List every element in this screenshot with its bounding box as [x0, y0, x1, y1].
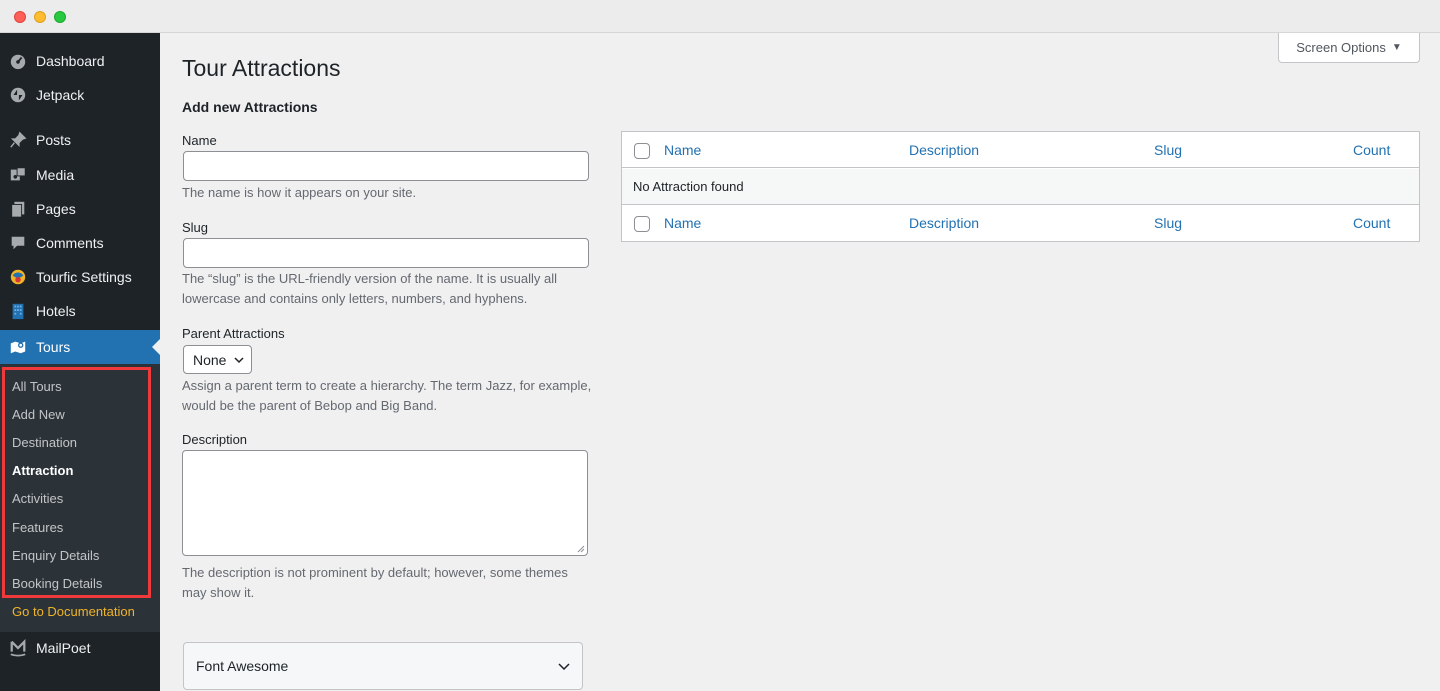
- column-slug[interactable]: Slug: [1154, 215, 1182, 231]
- admin-sidebar: Dashboard Jetpack Posts Media Pages Comm…: [0, 33, 160, 691]
- sidebar-item-media[interactable]: Media: [0, 158, 160, 192]
- column-count[interactable]: Count: [1353, 215, 1390, 231]
- page-title: Tour Attractions: [182, 55, 341, 81]
- sidebar-item-label: Tours: [36, 339, 71, 355]
- sidebar-item-hotels[interactable]: Hotels: [0, 294, 160, 328]
- parent-select-value: None: [193, 351, 227, 368]
- slug-label: Slug: [182, 220, 209, 235]
- column-slug[interactable]: Slug: [1154, 142, 1182, 158]
- name-help-text: The name is how it appears on your site.: [182, 185, 417, 200]
- column-description[interactable]: Description: [909, 142, 979, 158]
- accordion-label: Font Awesome: [196, 658, 289, 674]
- chevron-down-icon: [558, 663, 570, 670]
- empty-message: No Attraction found: [633, 179, 744, 194]
- column-count[interactable]: Count: [1353, 142, 1390, 158]
- sidebar-item-label: Jetpack: [36, 87, 85, 103]
- sidebar-item-label: Comments: [36, 235, 104, 251]
- jetpack-icon: [0, 86, 36, 104]
- sidebar-item-label: Media: [36, 167, 75, 183]
- submenu-item-enquiry-details[interactable]: Enquiry Details: [12, 548, 99, 563]
- sidebar-item-label: Dashboard: [36, 53, 105, 69]
- parent-label: Parent Attractions: [182, 326, 285, 341]
- resize-grip-icon[interactable]: [577, 545, 585, 553]
- mailpoet-icon: [0, 639, 36, 657]
- table-header-row: Name Description Slug Count: [622, 132, 1419, 168]
- slug-input[interactable]: [183, 238, 589, 268]
- attractions-table: Name Description Slug Count No Attractio…: [621, 131, 1420, 242]
- sidebar-item-label: MailPoet: [36, 640, 91, 656]
- sidebar-item-posts[interactable]: Posts: [0, 123, 160, 157]
- close-window-button[interactable]: [14, 11, 26, 23]
- form-title: Add new Attractions: [182, 99, 318, 115]
- screen-options-label: Screen Options: [1296, 40, 1386, 55]
- caret-down-icon: ▼: [1391, 42, 1402, 53]
- active-indicator-arrow: [152, 339, 160, 355]
- sidebar-item-pages[interactable]: Pages: [0, 192, 160, 226]
- description-label: Description: [182, 432, 248, 447]
- submenu-item-destination[interactable]: Destination: [12, 435, 77, 450]
- sidebar-item-label: Hotels: [36, 303, 76, 319]
- window-title-bar: [0, 0, 1440, 33]
- screen-options-button[interactable]: Screen Options ▼: [1278, 33, 1420, 63]
- sidebar-item-mailpoet[interactable]: MailPoet: [0, 631, 160, 665]
- pin-icon: [0, 131, 36, 149]
- table-footer-row: Name Description Slug Count: [622, 205, 1419, 241]
- select-all-checkbox-footer[interactable]: [634, 216, 650, 232]
- comment-icon: [0, 234, 36, 252]
- submenu-item-all-tours[interactable]: All Tours: [12, 379, 62, 394]
- sidebar-item-label: Posts: [36, 132, 72, 148]
- slug-help-text: The “slug” is the URL-friendly version o…: [182, 271, 557, 306]
- dashboard-icon: [0, 52, 36, 70]
- sidebar-item-tourfic-settings[interactable]: Tourfic Settings: [0, 260, 160, 294]
- name-input[interactable]: [183, 151, 589, 181]
- column-name[interactable]: Name: [664, 215, 701, 231]
- parent-select[interactable]: None: [183, 345, 252, 374]
- minimize-window-button[interactable]: [34, 11, 46, 23]
- sidebar-item-label: Tourfic Settings: [36, 269, 132, 285]
- pages-icon: [0, 200, 36, 218]
- chevron-down-icon: [234, 356, 244, 363]
- main-content: Screen Options ▼ Tour Attractions Add ne…: [160, 33, 1440, 691]
- column-description[interactable]: Description: [909, 215, 979, 231]
- submenu-item-add-new[interactable]: Add New: [12, 407, 65, 422]
- maximize-window-button[interactable]: [54, 11, 66, 23]
- description-help-text: The description is not prominent by defa…: [182, 565, 568, 600]
- name-label: Name: [182, 133, 217, 148]
- sidebar-item-tours[interactable]: Tours: [0, 330, 160, 364]
- tourfic-icon: [0, 268, 36, 286]
- tours-submenu: All Tours Add New Destination Attraction…: [0, 364, 160, 632]
- sidebar-item-comments[interactable]: Comments: [0, 226, 160, 260]
- submenu-item-booking-details[interactable]: Booking Details: [12, 576, 102, 591]
- description-textarea[interactable]: [182, 450, 588, 556]
- map-icon: [0, 338, 36, 356]
- sidebar-item-jetpack[interactable]: Jetpack: [0, 78, 160, 112]
- column-name[interactable]: Name: [664, 142, 701, 158]
- building-icon: [0, 302, 36, 320]
- submenu-item-documentation[interactable]: Go to Documentation: [12, 604, 135, 619]
- submenu-item-features[interactable]: Features: [12, 520, 63, 535]
- media-icon: [0, 166, 36, 184]
- highlight-box: [2, 367, 151, 598]
- font-awesome-accordion[interactable]: Font Awesome: [183, 642, 583, 690]
- table-row: No Attraction found: [622, 169, 1419, 205]
- submenu-item-activities[interactable]: Activities: [12, 491, 63, 506]
- sidebar-item-dashboard[interactable]: Dashboard: [0, 44, 160, 78]
- sidebar-item-label: Pages: [36, 201, 76, 217]
- select-all-checkbox[interactable]: [634, 143, 650, 159]
- submenu-item-attraction[interactable]: Attraction: [12, 463, 73, 478]
- parent-help-text: Assign a parent term to create a hierarc…: [182, 378, 592, 413]
